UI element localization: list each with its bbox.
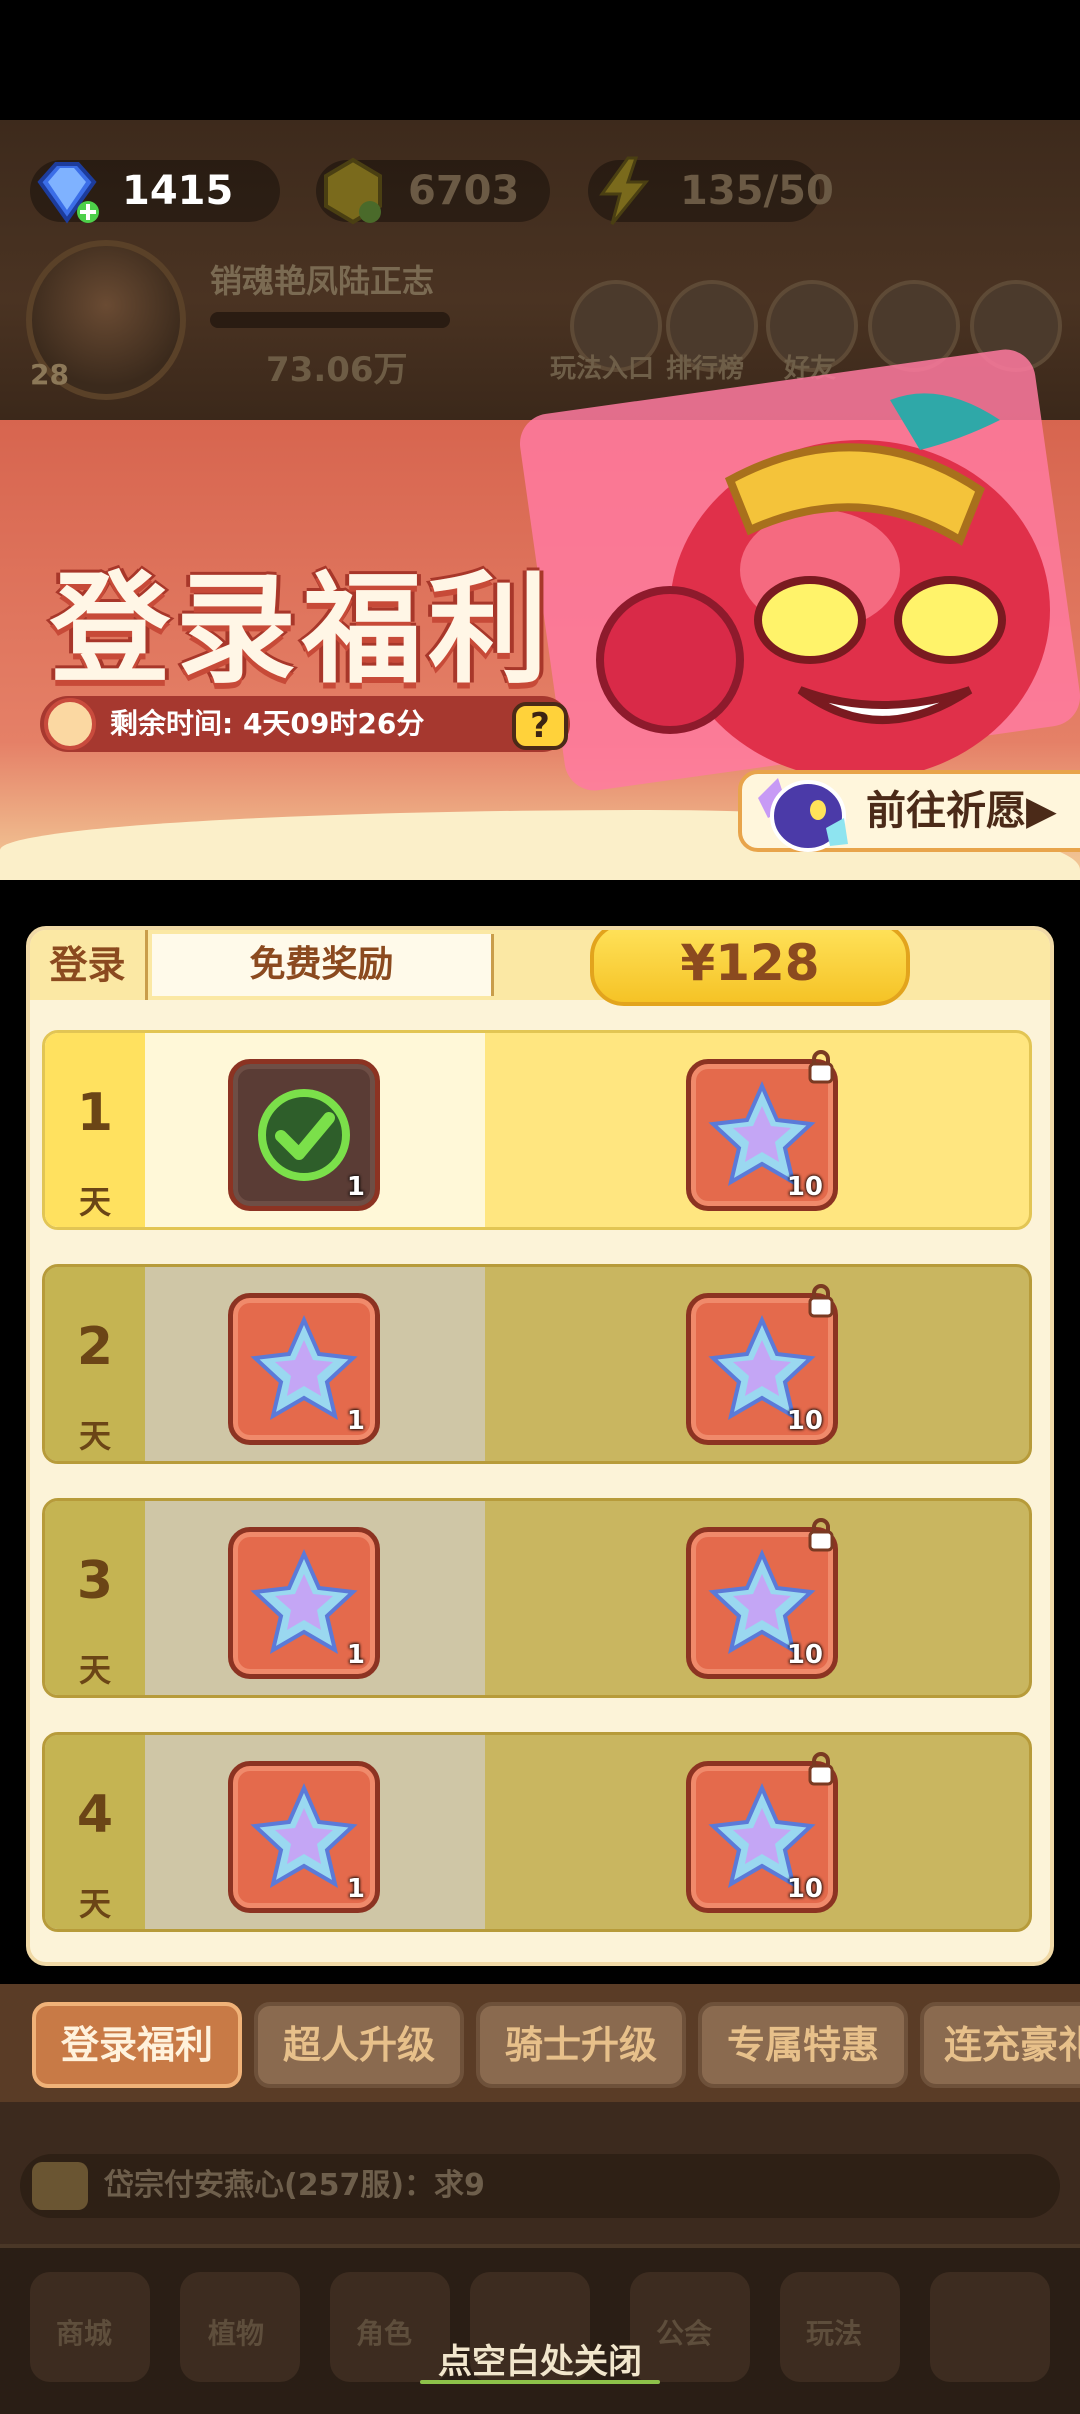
tab-exclusive-offer[interactable]: 专属特惠 <box>698 2002 908 2088</box>
chat-message: 岱宗付安燕心(257服)：求9 <box>104 2168 485 2203</box>
gem-counter: 1415 <box>30 160 280 224</box>
gem-count: 1415 <box>122 168 234 214</box>
banner-title: 登录福利 <box>50 561 554 700</box>
day-number: 4 <box>76 1785 114 1845</box>
day-column: 4 天 <box>45 1735 145 1929</box>
star-crystal-icon <box>250 1315 358 1421</box>
paid-qty: 10 <box>786 1406 823 1436</box>
reward-row-day-2: 2 天 1 10 <box>42 1264 1032 1464</box>
col-login: 登录 <box>30 930 148 1000</box>
wish-creature-icon <box>758 778 848 852</box>
lightning-icon <box>599 156 650 225</box>
day-number: 1 <box>76 1083 114 1143</box>
free-reward-item[interactable]: 1 <box>228 1059 380 1211</box>
day-unit: 天 <box>78 1885 111 1923</box>
check-icon <box>258 1089 350 1181</box>
energy-counter: 135/50 <box>588 156 834 225</box>
stopwatch-icon <box>44 698 96 750</box>
day-column: 3 天 <box>45 1501 145 1695</box>
day-column: 2 天 <box>45 1267 145 1461</box>
day-column: 1 天 <box>45 1033 145 1227</box>
time-remaining: 剩余时间: 4天09时26分 <box>110 707 425 740</box>
exp-bar <box>210 312 450 328</box>
free-qty: 1 <box>346 1874 365 1904</box>
player-name: 销魂艳凤陆正志 <box>210 262 435 300</box>
bottom-nav <box>0 2244 1080 2414</box>
tab-login-bonus[interactable]: 登录福利 <box>32 2002 242 2088</box>
go-wish-button[interactable]: 前往祈愿▶ <box>738 770 1080 852</box>
tap-to-close-hint[interactable]: 点空白处关闭 <box>0 2334 1080 2383</box>
hud-label-play: 玩法入口 <box>550 354 655 384</box>
free-qty: 1 <box>346 1172 365 1202</box>
day-number: 2 <box>76 1317 114 1377</box>
reward-row-day-1: 1 天 1 10 <box>42 1030 1032 1230</box>
go-wish-label: 前往祈愿▶ <box>866 788 1057 834</box>
day-number: 3 <box>76 1551 114 1611</box>
free-reward-item[interactable]: 1 <box>228 1293 380 1445</box>
lock-icon <box>808 1518 834 1552</box>
time-remaining-bar: 剩余时间: 4天09时26分 <box>40 696 570 752</box>
day-unit: 天 <box>78 1183 111 1221</box>
lock-icon <box>808 1050 834 1084</box>
reward-row-day-4: 4 天 1 10 <box>42 1732 1032 1932</box>
paid-reward-item[interactable]: 10 <box>686 1518 838 1679</box>
paid-qty: 10 <box>786 1874 823 1904</box>
col-paid-price[interactable]: ¥128 <box>590 930 910 1006</box>
lock-icon <box>808 1284 834 1318</box>
energy-count: 135/50 <box>680 168 834 214</box>
reward-panel: 登录 免费奖励 ¥128 1 天 1 10 2 天 1 10 3 天 1 10 … <box>26 926 1054 1966</box>
login-bonus-banner: 登录福利 剩余时间: 4天09时26分 ? 前往祈愿▶ <box>0 345 1080 880</box>
paid-reward-item[interactable]: 10 <box>686 1284 838 1445</box>
hud-label-rank: 排行榜 <box>666 354 745 384</box>
tab-knight-upgrade[interactable]: 骑士升级 <box>476 2002 686 2088</box>
power-value: 73.06万 <box>266 350 408 390</box>
free-reward-item[interactable]: 1 <box>228 1761 380 1913</box>
status-bar <box>0 0 1080 120</box>
star-crystal-icon <box>250 1549 358 1655</box>
day-unit: 天 <box>78 1651 111 1689</box>
paid-reward-item[interactable]: 10 <box>686 1752 838 1913</box>
free-reward-item[interactable]: 1 <box>228 1527 380 1679</box>
coin-icon <box>324 157 382 225</box>
star-crystal-icon <box>250 1783 358 1889</box>
help-button[interactable]: ? <box>512 702 568 750</box>
coin-count: 6703 <box>408 168 520 214</box>
event-tabs: 登录福利 超人升级 骑士升级 专属特惠 连充豪礼 <box>0 1984 1080 2102</box>
chat-bubble-icon <box>32 2162 88 2210</box>
coin-counter: 6703 <box>316 157 550 225</box>
paid-qty: 10 <box>786 1172 823 1202</box>
player-power: 73.06万 <box>210 342 408 391</box>
paid-qty: 10 <box>786 1640 823 1670</box>
free-qty: 1 <box>346 1406 365 1436</box>
free-qty: 1 <box>346 1640 365 1670</box>
close-hint-underline <box>420 2380 660 2384</box>
reward-header: 登录 免费奖励 ¥128 <box>30 930 1050 1006</box>
screen: 1415 6703 135/50 28 销魂艳凤陆正志 73.06万 玩法入口 <box>0 0 1080 2414</box>
tab-superhero-upgrade[interactable]: 超人升级 <box>254 2002 464 2088</box>
col-free-reward: 免费奖励 <box>152 934 494 996</box>
diamond-icon <box>37 162 99 224</box>
tab-recharge-gift[interactable]: 连充豪礼 <box>920 2002 1080 2088</box>
player-level: 28 <box>30 358 69 391</box>
paid-reward-item[interactable]: 10 <box>686 1050 838 1211</box>
lock-icon <box>808 1752 834 1786</box>
reward-row-day-3: 3 天 1 10 <box>42 1498 1032 1698</box>
world-chat-bar[interactable]: 岱宗付安燕心(257服)：求9 <box>20 2154 1060 2218</box>
day-unit: 天 <box>78 1417 111 1455</box>
